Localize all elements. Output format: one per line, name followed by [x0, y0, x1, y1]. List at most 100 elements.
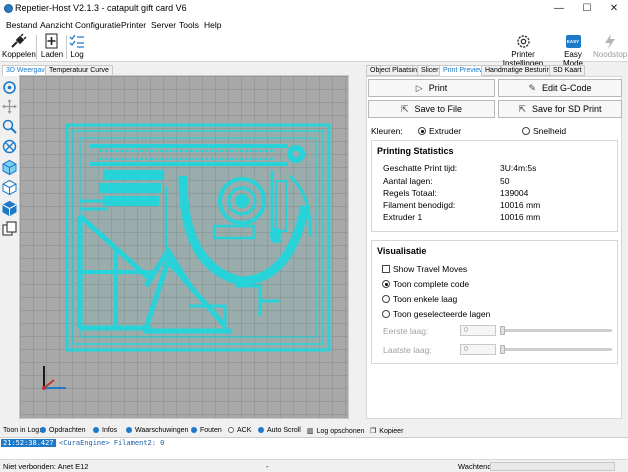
printer-settings-button[interactable]: Printer Instellingen	[494, 32, 552, 68]
log-filter-ack[interactable]: ACK	[228, 427, 251, 434]
save-for-sd-label: Save for SD Print	[532, 104, 602, 114]
menu-server[interactable]: Server	[151, 20, 176, 30]
progress-bar	[490, 462, 615, 471]
toggle-dot-icon	[258, 427, 264, 433]
easy-mode-button[interactable]: EASY Easy Mode	[555, 32, 591, 68]
plug-icon	[11, 33, 27, 48]
last-layer-slider[interactable]	[500, 348, 612, 351]
play-icon: ▷	[415, 83, 423, 93]
save-to-file-button[interactable]: ⇱ Save to File	[368, 100, 495, 118]
complete-code-radio[interactable]	[382, 280, 390, 288]
3d-viewport[interactable]	[19, 75, 349, 419]
trash-icon: ▥	[307, 428, 314, 435]
save-for-sd-button[interactable]: ⇱ Save for SD Print	[498, 100, 622, 118]
emergency-stop-label: Noodstop	[593, 50, 628, 59]
close-button[interactable]: ✕	[600, 0, 628, 18]
edit-gcode-button[interactable]: ✎ Edit G-Code	[498, 79, 622, 97]
save-to-file-label: Save to File	[414, 104, 463, 114]
log-filter-label: Infos	[102, 427, 118, 434]
print-button[interactable]: ▷ Print	[368, 79, 495, 97]
tab-sd-card[interactable]: SD Kaart	[549, 65, 586, 76]
connect-button[interactable]: Koppelen	[2, 32, 36, 62]
toolbar-separator	[36, 35, 37, 59]
easy-mode-icon: EASY	[565, 35, 581, 48]
selected-layers-radio[interactable]	[382, 310, 390, 318]
log-clear-button[interactable]: ▥ Log opschonen	[307, 427, 365, 435]
last-layer-label: Laatste laag:	[383, 345, 432, 355]
log-filter-label: Auto Scroll	[267, 427, 301, 434]
toggle-dot-icon	[228, 427, 234, 433]
log-button[interactable]: Log	[68, 32, 86, 62]
first-layer-slider-thumb[interactable]	[500, 326, 505, 335]
zoom-icon[interactable]	[1, 118, 18, 135]
copy-icon: ❐	[370, 428, 377, 435]
menu-bestand[interactable]: Bestand	[6, 20, 37, 30]
view-tools	[0, 77, 19, 247]
log-filter-label: Fouten	[200, 427, 222, 434]
log-copy-label: Kopieer	[379, 428, 404, 435]
color-speed-label: Snelheid	[533, 126, 567, 136]
iso-view-icon[interactable]	[1, 159, 18, 176]
first-layer-label: Eerste laag:	[383, 326, 429, 336]
top-view-icon[interactable]	[1, 200, 18, 217]
complete-code-label: Toon complete code	[393, 279, 470, 289]
stat-label: Regels Totaal:	[383, 188, 437, 198]
tab-manual-control[interactable]: Handmatige Besturing	[481, 65, 559, 76]
move-view-icon[interactable]	[1, 98, 18, 115]
log-filter-errors[interactable]: Fouten	[191, 427, 222, 434]
connection-status: Niet verbonden: Anet E12	[3, 462, 89, 471]
add-file-icon	[45, 33, 58, 49]
toggle-dot-icon	[126, 427, 132, 433]
first-layer-spinner[interactable]: 0	[460, 325, 496, 336]
log-label: Log	[70, 50, 84, 59]
stat-label: Aantal lagen:	[383, 176, 433, 186]
load-button[interactable]: Laden	[39, 32, 65, 62]
single-layer-label: Toon enkele laag	[393, 294, 458, 304]
log-message: <CuraEngine> Filament2: 0	[59, 439, 165, 447]
toggle-dot-icon	[191, 427, 197, 433]
log-filter-bar: Toon in Log: Opdrachten Infos Waarschuwi…	[0, 425, 628, 437]
menu-tools[interactable]: Tools	[179, 20, 199, 30]
log-filter-warnings[interactable]: Waarschuwingen	[126, 427, 188, 434]
rotate-view-icon[interactable]	[1, 79, 18, 96]
log-filter-label: ACK	[237, 427, 252, 434]
last-layer-spinner[interactable]: 0	[460, 344, 496, 355]
minimize-button[interactable]: —	[545, 0, 573, 18]
gcode-preview-model	[65, 123, 331, 352]
stat-value: 50	[500, 176, 510, 186]
status-bar: Niet verbonden: Anet E12 - Wachtend	[0, 459, 628, 472]
stat-label: Geschatte Print tijd:	[383, 163, 458, 173]
connect-label: Koppelen	[2, 50, 36, 59]
copy-view-icon[interactable]	[1, 220, 18, 237]
single-layer-radio[interactable]	[382, 295, 390, 303]
selected-layers-label: Toon geselecteerde lagen	[393, 309, 491, 319]
printer-state: Wachtend	[458, 462, 492, 471]
fit-view-icon[interactable]	[1, 138, 18, 155]
show-travel-checkbox[interactable]	[382, 265, 390, 273]
color-speed-radio[interactable]	[522, 127, 530, 135]
visualisation-title: Visualisatie	[377, 246, 427, 256]
stat-value: 10016 mm	[500, 200, 541, 210]
log-area[interactable]: 21:52:38.427 <CuraEngine> Filament2: 0	[0, 437, 628, 459]
log-timestamp: 21:52:38.427	[1, 439, 56, 447]
log-filter-infos[interactable]: Infos	[93, 427, 117, 434]
first-layer-slider[interactable]	[500, 329, 612, 332]
log-copy-button[interactable]: ❐ Kopieer	[370, 427, 403, 435]
app-icon	[4, 4, 13, 13]
emergency-stop-button[interactable]: Noodstop	[593, 32, 627, 62]
log-filter-commands[interactable]: Opdrachten	[40, 427, 86, 434]
menu-aanzicht[interactable]: Aanzicht	[40, 20, 73, 30]
lightning-icon	[605, 34, 615, 49]
menu-printer[interactable]: Printer	[121, 20, 146, 30]
menu-help[interactable]: Help	[204, 20, 221, 30]
stat-label: Filament benodigd:	[383, 200, 456, 210]
last-layer-slider-thumb[interactable]	[500, 345, 505, 354]
color-extruder-radio[interactable]	[418, 127, 426, 135]
menu-configuratie[interactable]: Configuratie	[75, 20, 121, 30]
toggle-dot-icon	[93, 427, 99, 433]
log-filter-label: Opdrachten	[49, 427, 86, 434]
colors-label: Kleuren:	[371, 126, 403, 136]
log-auto-scroll[interactable]: Auto Scroll	[258, 427, 301, 434]
maximize-button[interactable]: ☐	[573, 0, 601, 18]
front-view-icon[interactable]	[1, 179, 18, 196]
